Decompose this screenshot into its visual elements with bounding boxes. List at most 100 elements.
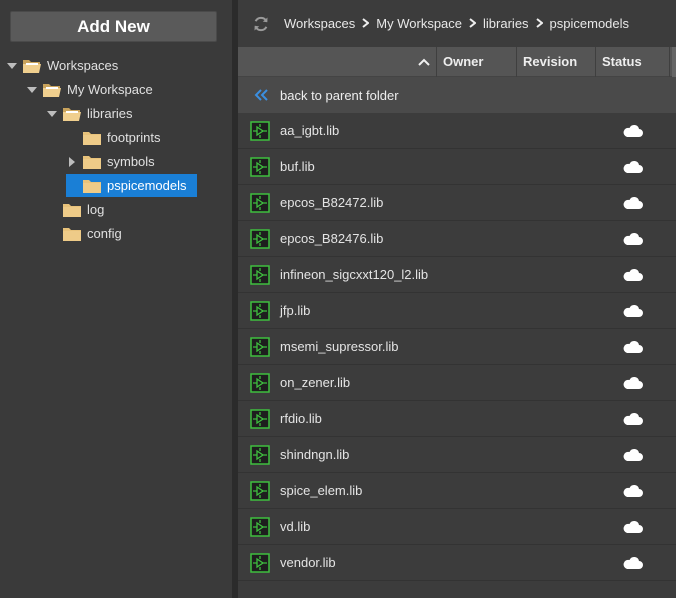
header-scroll-edge (672, 47, 676, 77)
chevron-right-icon (362, 17, 370, 31)
tree-item-label: symbols (107, 154, 155, 169)
caret-right-icon[interactable] (66, 156, 78, 168)
table-row[interactable]: spice_elem.lib (238, 473, 676, 509)
breadcrumb-bar: Workspaces My Workspace libraries pspicemod… (238, 0, 676, 47)
breadcrumb-item[interactable]: libraries (483, 16, 529, 31)
breadcrumb-item[interactable]: pspicemodels (550, 16, 630, 31)
sidebar: Add New Workspaces My Workspace libraries f… (0, 0, 232, 598)
pspice-lib-file-icon (250, 120, 270, 141)
pspice-lib-file-icon (250, 228, 270, 249)
status-column-header[interactable]: Status (596, 46, 670, 77)
table-row[interactable]: epcos_B82476.lib (238, 221, 676, 257)
chevron-right-icon (469, 17, 477, 31)
table-row[interactable]: jfp.lib (238, 293, 676, 329)
table-row[interactable]: infineon_sigcxxt120_l2.lib (238, 257, 676, 293)
file-name: shindngn.lib (280, 447, 350, 462)
table-header: Owner Revision Status (238, 46, 676, 77)
cloud-icon (623, 556, 643, 569)
cloud-icon (623, 340, 643, 353)
folder-icon (82, 130, 102, 146)
pspice-lib-file-icon (250, 552, 270, 573)
file-name: aa_igbt.lib (280, 123, 340, 138)
pspice-lib-file-icon (250, 264, 270, 285)
file-name: buf.lib (280, 159, 315, 174)
tree-item-label: pspicemodels (107, 178, 187, 193)
tree-item-label: footprints (107, 130, 161, 145)
cloud-icon (623, 196, 643, 209)
table-row[interactable]: on_zener.lib (238, 365, 676, 401)
tree-item-label: Workspaces (47, 58, 119, 73)
tree-item-libraries[interactable]: libraries (46, 102, 133, 125)
back-to-parent-row[interactable]: back to parent folder (238, 77, 676, 113)
file-name: on_zener.lib (280, 375, 351, 390)
folder-icon (82, 178, 102, 194)
caret-down-icon[interactable] (46, 108, 58, 120)
caret-down-icon[interactable] (6, 60, 18, 72)
breadcrumb-item[interactable]: My Workspace (376, 16, 462, 31)
folder-open-icon (62, 106, 82, 122)
tree-item-my-workspace[interactable]: My Workspace (26, 78, 153, 101)
cloud-icon (623, 304, 643, 317)
pspice-lib-file-icon (250, 156, 270, 177)
file-name: vendor.lib (280, 555, 336, 570)
pspice-lib-file-icon (250, 372, 270, 393)
double-chevron-left-icon (254, 89, 268, 101)
pspice-lib-file-icon (250, 480, 270, 501)
tree-item-log[interactable]: log (46, 198, 104, 221)
cloud-icon (623, 124, 643, 137)
file-name: spice_elem.lib (280, 483, 363, 498)
pspice-lib-file-icon (250, 444, 270, 465)
revision-column-header[interactable]: Revision (517, 46, 596, 77)
refresh-icon[interactable] (252, 15, 270, 33)
chevron-right-icon (535, 17, 544, 31)
cloud-icon (623, 268, 643, 281)
file-name: vd.lib (280, 519, 311, 534)
tree-item-label: My Workspace (67, 82, 153, 97)
tree-item-pspicemodels[interactable]: pspicemodels (66, 174, 197, 197)
file-name: rfdio.lib (280, 411, 322, 426)
breadcrumb: Workspaces My Workspace libraries pspicemod… (284, 16, 629, 31)
file-name: epcos_B82472.lib (280, 195, 384, 210)
file-name: msemi_supressor.lib (280, 339, 399, 354)
tree-item-label: libraries (87, 106, 133, 121)
table-row[interactable]: epcos_B82472.lib (238, 185, 676, 221)
file-name: epcos_B82476.lib (280, 231, 384, 246)
folder-icon (62, 226, 82, 242)
cloud-icon (623, 412, 643, 425)
tree-item-footprints[interactable]: footprints (66, 126, 160, 149)
back-to-parent-label: back to parent folder (280, 87, 399, 103)
table-row[interactable]: buf.lib (238, 149, 676, 185)
add-new-button[interactable]: Add New (10, 11, 217, 42)
file-name: jfp.lib (280, 303, 311, 318)
table-row[interactable]: shindngn.lib (238, 437, 676, 473)
cloud-icon (623, 160, 643, 173)
cloud-icon (623, 376, 643, 389)
file-name: infineon_sigcxxt120_l2.lib (280, 267, 429, 282)
folder-icon (82, 154, 102, 170)
table-row[interactable]: vendor.lib (238, 545, 676, 581)
tree-item-symbols[interactable]: symbols (66, 150, 155, 173)
pspice-lib-file-icon (250, 336, 270, 357)
folder-open-icon (42, 82, 62, 98)
table-row[interactable]: aa_igbt.lib (238, 113, 676, 149)
pspice-lib-file-icon (250, 192, 270, 213)
sort-up-icon (418, 58, 430, 66)
main-panel: Workspaces My Workspace libraries pspicemod… (238, 0, 676, 598)
folder-icon (62, 202, 82, 218)
tree-item-workspaces[interactable]: Workspaces (6, 54, 118, 77)
cloud-icon (623, 232, 643, 245)
caret-down-icon[interactable] (26, 84, 38, 96)
tree-item-config[interactable]: config (46, 222, 122, 245)
table-row[interactable]: rfdio.lib (238, 401, 676, 437)
pspice-lib-file-icon (250, 516, 270, 537)
tree-item-label: log (87, 202, 105, 217)
cloud-icon (623, 520, 643, 533)
name-column-header[interactable] (238, 46, 437, 77)
owner-column-header[interactable]: Owner (437, 46, 517, 77)
table-row[interactable]: vd.lib (238, 509, 676, 545)
breadcrumb-item[interactable]: Workspaces (284, 16, 355, 31)
table-row[interactable]: msemi_supressor.lib (238, 329, 676, 365)
